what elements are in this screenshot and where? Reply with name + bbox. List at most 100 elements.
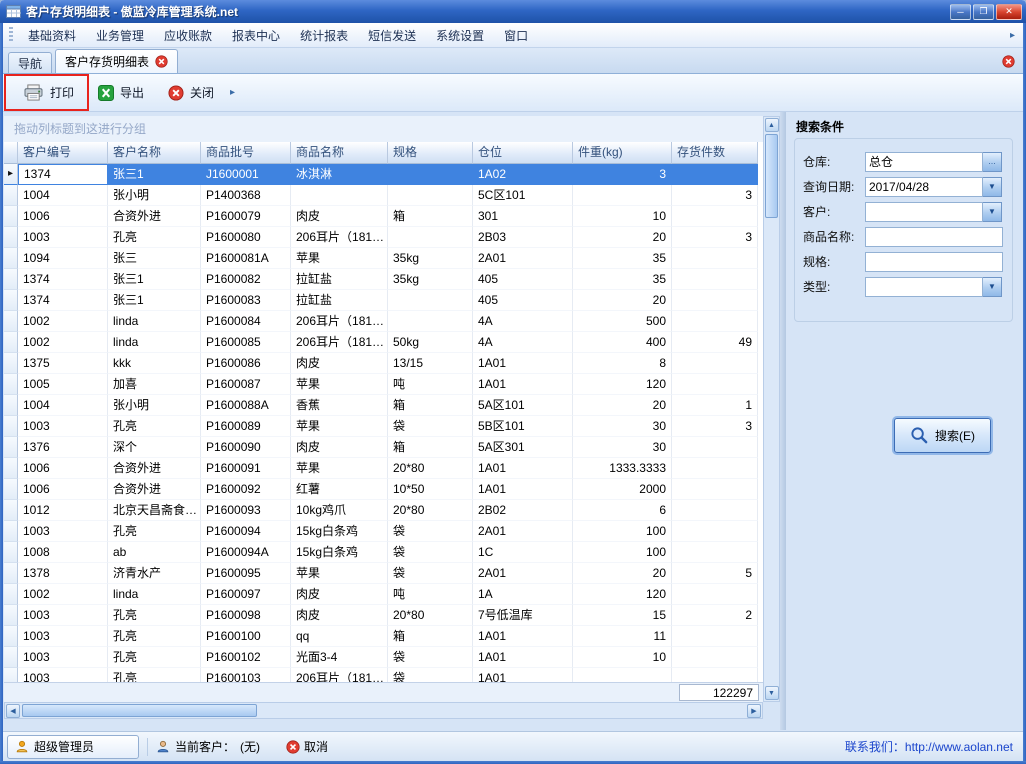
minimize-button[interactable]: ─ <box>950 4 971 20</box>
cell[interactable]: 1A01 <box>473 458 573 479</box>
cell[interactable]: 加喜 <box>108 374 201 395</box>
cancel-action[interactable]: 取消 <box>286 738 328 755</box>
cell[interactable]: 袋 <box>388 542 473 563</box>
cell[interactable]: 1375 <box>18 353 108 374</box>
table-row[interactable]: 1003孔亮P160009415kg白条鸡袋2A01100 <box>4 521 763 542</box>
table-row[interactable]: 1003孔亮P1600102光面3-4袋1A0110 <box>4 647 763 668</box>
cell[interactable]: 8 <box>573 353 672 374</box>
cell[interactable]: 光面3-4 <box>291 647 388 668</box>
cell[interactable]: 30 <box>573 416 672 437</box>
cell[interactable] <box>573 668 672 682</box>
table-row[interactable]: 1003孔亮P1600080206耳片（181…2B03203 <box>4 227 763 248</box>
cell[interactable]: 15 <box>573 605 672 626</box>
cell[interactable]: 红薯 <box>291 479 388 500</box>
cell[interactable]: 35 <box>573 269 672 290</box>
table-row[interactable]: 1008abP1600094A15kg白条鸡袋1C100 <box>4 542 763 563</box>
cell[interactable]: 1374 <box>18 290 108 311</box>
cell[interactable]: 20 <box>573 395 672 416</box>
cell[interactable]: 1333.3333 <box>573 458 672 479</box>
cell[interactable]: 1374 <box>18 164 108 185</box>
contact-link[interactable]: 联系我们：http://www.aolan.net <box>845 738 1013 755</box>
cell[interactable]: 拉缸盐 <box>291 269 388 290</box>
cell[interactable]: 4A <box>473 311 573 332</box>
menu-item-7[interactable]: 系统设置 <box>426 23 494 48</box>
cell[interactable] <box>388 290 473 311</box>
table-row[interactable]: 1006合资外进P1600091苹果20*801A011333.3333 <box>4 458 763 479</box>
group-by-bar[interactable]: 拖动列标题到这进行分组 <box>4 116 763 142</box>
export-button[interactable]: 导出 <box>88 78 154 107</box>
cell[interactable]: 5C区101 <box>473 185 573 206</box>
scroll-right-icon[interactable]: ▶ <box>747 704 761 718</box>
cell[interactable]: 箱 <box>388 626 473 647</box>
cell[interactable]: 张三1 <box>108 269 201 290</box>
cell[interactable]: 20 <box>573 563 672 584</box>
table-row[interactable]: 1378济青水产P1600095苹果袋2A01205 <box>4 563 763 584</box>
cell[interactable] <box>672 269 758 290</box>
cell[interactable] <box>672 668 758 682</box>
cell[interactable]: 405 <box>473 290 573 311</box>
cell[interactable]: 3 <box>672 227 758 248</box>
cell[interactable]: 合资外进 <box>108 458 201 479</box>
cell[interactable]: 张三1 <box>108 290 201 311</box>
cell[interactable]: 3 <box>573 164 672 185</box>
tab-2[interactable]: 客户存货明细表 <box>55 49 178 73</box>
scroll-down-icon[interactable]: ▼ <box>765 686 779 700</box>
cell[interactable]: 1003 <box>18 416 108 437</box>
cell[interactable]: 206耳片（181… <box>291 311 388 332</box>
cell[interactable]: 孔亮 <box>108 227 201 248</box>
cell[interactable]: 张小明 <box>108 185 201 206</box>
cell[interactable]: 1376 <box>18 437 108 458</box>
menu-item-8[interactable]: 窗口 <box>494 23 538 48</box>
cell[interactable]: 孔亮 <box>108 521 201 542</box>
cell[interactable]: 北京天昌斋食… <box>108 500 201 521</box>
cell[interactable]: P1600103 <box>201 668 291 682</box>
cell[interactable]: 5A区101 <box>473 395 573 416</box>
cell[interactable]: 206耳片（181… <box>291 332 388 353</box>
print-button[interactable]: 打印 <box>13 78 84 107</box>
cell[interactable]: P1600080 <box>201 227 291 248</box>
table-row[interactable]: 1004张小明P1600088A香蕉箱5A区101201 <box>4 395 763 416</box>
table-row[interactable]: 1374张三1P1600083拉缸盐40520 <box>4 290 763 311</box>
table-row[interactable]: 1375kkkP1600086肉皮13/151A018 <box>4 353 763 374</box>
table-row[interactable]: 1003孔亮P1600089苹果袋5B区101303 <box>4 416 763 437</box>
cell[interactable]: 1A <box>473 584 573 605</box>
cell[interactable]: J1600001 <box>201 164 291 185</box>
cell[interactable]: 张三1 <box>108 164 201 185</box>
cell[interactable]: P1600094 <box>201 521 291 542</box>
table-row[interactable]: 1376深个P1600090肉皮箱5A区30130 <box>4 437 763 458</box>
cell[interactable]: 20*80 <box>388 605 473 626</box>
cell[interactable]: 10 <box>573 647 672 668</box>
cell[interactable]: 301 <box>473 206 573 227</box>
cell[interactable]: P1600097 <box>201 584 291 605</box>
cell[interactable]: 5A区301 <box>473 437 573 458</box>
cell[interactable]: 1003 <box>18 605 108 626</box>
cell[interactable]: 1002 <box>18 332 108 353</box>
menu-overflow-icon[interactable]: ▸ <box>1010 30 1015 41</box>
cell[interactable]: 1002 <box>18 584 108 605</box>
cell[interactable]: 1006 <box>18 479 108 500</box>
cell[interactable]: 10 <box>573 206 672 227</box>
cell[interactable]: 5 <box>672 563 758 584</box>
customer-dropdown-icon[interactable]: ▼ <box>983 202 1002 222</box>
table-row[interactable]: 1006合资外进P1600079肉皮箱30110 <box>4 206 763 227</box>
cell[interactable]: 120 <box>573 584 672 605</box>
cell[interactable]: 1A01 <box>473 374 573 395</box>
cell[interactable]: P1600082 <box>201 269 291 290</box>
cell[interactable]: 35kg <box>388 269 473 290</box>
cell[interactable] <box>672 374 758 395</box>
cell[interactable]: 1003 <box>18 521 108 542</box>
cell[interactable]: 35 <box>573 248 672 269</box>
cell[interactable] <box>672 479 758 500</box>
cell[interactable]: 2 <box>672 605 758 626</box>
cell[interactable]: 400 <box>573 332 672 353</box>
cell[interactable]: 1003 <box>18 626 108 647</box>
cell[interactable]: 1A01 <box>473 353 573 374</box>
type-dropdown-icon[interactable]: ▼ <box>983 277 1002 297</box>
cell[interactable]: 肉皮 <box>291 605 388 626</box>
cell[interactable]: 1006 <box>18 206 108 227</box>
cell[interactable]: 20 <box>573 227 672 248</box>
scroll-left-icon[interactable]: ◀ <box>6 704 20 718</box>
column-header-6[interactable]: 仓位 <box>473 142 573 164</box>
cell[interactable]: 1012 <box>18 500 108 521</box>
cell[interactable]: 苹果 <box>291 458 388 479</box>
